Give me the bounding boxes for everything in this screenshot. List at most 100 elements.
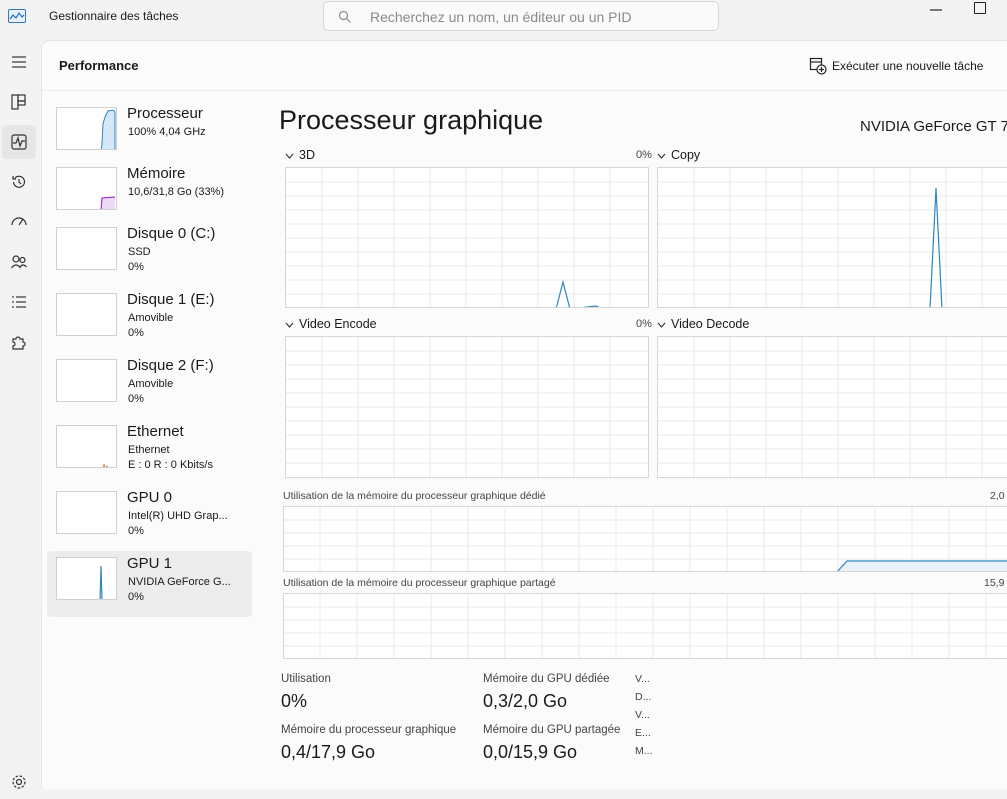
device-item-disk-0[interactable]: Disque 0 (C:) SSD 0% <box>47 221 252 287</box>
nav-processes-button[interactable] <box>2 85 36 119</box>
ethernet-mini-graph <box>102 463 108 467</box>
nav-settings-button[interactable] <box>2 765 36 799</box>
gpu1-mini-graph <box>99 565 103 599</box>
device-detail: NVIDIA GeForce G... 0% <box>128 576 231 603</box>
device-name: GPU 1 <box>127 555 173 572</box>
shared-memory-max: 15,9 <box>984 577 1005 589</box>
gpu-model-name: NVIDIA GeForce GT 7 <box>860 118 1007 135</box>
graph-video-encode <box>285 336 649 478</box>
cpu-mini-graph <box>100 109 116 149</box>
engine-selector-3d[interactable]: 3D <box>285 148 315 162</box>
services-puzzle-icon <box>12 336 26 350</box>
truncated-label: E... <box>635 727 651 739</box>
minimize-icon[interactable] <box>928 2 944 18</box>
search-placeholder: Recherchez un nom, un éditeur ou un PID <box>370 9 632 25</box>
device-thumbnail <box>56 491 117 534</box>
stat-gpu-memory-label: Mémoire du processeur graphique <box>281 724 457 736</box>
chevron-down-icon <box>657 153 666 159</box>
title-bar: Gestionnaire des tâches Recherchez un no… <box>0 0 1007 36</box>
device-thumbnail <box>56 359 117 402</box>
device-name: Disque 0 (C:) <box>127 225 216 242</box>
users-icon <box>11 255 27 269</box>
device-item-gpu-0[interactable]: GPU 0 Intel(R) UHD Grap... 0% <box>47 485 252 551</box>
device-item-ethernet[interactable]: Ethernet Ethernet E : 0 R : 0 Kbits/s <box>47 419 252 485</box>
graph-dedicated-memory <box>283 506 1007 572</box>
chevron-down-icon <box>657 322 666 328</box>
device-name: GPU 0 <box>127 489 173 506</box>
new-task-icon <box>809 57 827 75</box>
page-title: Performance <box>59 58 139 73</box>
graph-video-encode-plot <box>286 337 648 477</box>
hamburger-menu-button[interactable] <box>2 45 36 79</box>
truncated-label: V... <box>635 709 650 721</box>
graph-shared-memory-plot <box>284 594 1007 658</box>
main-panel: Performance Exécuter une nouvelle tâche … <box>41 40 1007 789</box>
device-item-gpu-1[interactable]: GPU 1 NVIDIA GeForce G... 0% <box>47 551 252 617</box>
maximize-icon[interactable] <box>974 2 986 14</box>
device-thumbnail <box>56 293 117 336</box>
device-list: Processeur 100% 4,04 GHz Mémoire 10,6/31… <box>47 101 252 617</box>
device-thumbnail <box>56 167 117 210</box>
truncated-label: M... <box>635 745 653 757</box>
app-title: Gestionnaire des tâches <box>49 9 179 23</box>
memory-mini-graph <box>100 196 116 209</box>
stat-shared-memory-value: 0,0/15,9 Go <box>483 742 578 762</box>
nav-users-button[interactable] <box>2 245 36 279</box>
graph-3d-plot <box>286 168 648 307</box>
device-name: Disque 1 (E:) <box>127 291 215 308</box>
startup-gauge-icon <box>11 217 27 226</box>
engine-percent: 0% <box>636 318 652 330</box>
device-item-processor[interactable]: Processeur 100% 4,04 GHz <box>47 101 252 167</box>
chevron-down-icon <box>285 153 294 159</box>
device-item-memory[interactable]: Mémoire 10,6/31,8 Go (33%) <box>47 161 252 227</box>
engine-percent: 0% <box>636 149 652 161</box>
stat-utilisation-label: Utilisation <box>281 673 331 685</box>
truncated-label: V... <box>635 673 650 685</box>
nav-details-button[interactable] <box>2 285 36 319</box>
nav-performance-button[interactable] <box>2 125 36 159</box>
dedicated-memory-max: 2,0 <box>990 490 1005 502</box>
device-thumbnail <box>56 227 117 270</box>
processes-icon <box>11 94 26 110</box>
shared-memory-label: Utilisation de la mémoire du processeur … <box>283 577 556 589</box>
stat-utilisation-value: 0% <box>281 691 308 711</box>
page-header: Performance Exécuter une nouvelle tâche <box>42 41 1007 91</box>
history-icon <box>12 175 26 188</box>
device-detail: Amovible 0% <box>128 378 174 405</box>
details-list-icon <box>12 296 26 308</box>
stat-dedicated-memory-label: Mémoire du GPU dédiée <box>483 673 610 685</box>
device-thumbnail <box>56 557 117 600</box>
detail-title: Processeur graphique <box>279 105 544 135</box>
nav-startup-apps-button[interactable] <box>2 205 36 239</box>
chevron-down-icon <box>285 322 294 328</box>
device-thumbnail <box>56 425 117 468</box>
search-icon <box>338 10 351 23</box>
device-detail: Intel(R) UHD Grap... 0% <box>128 510 228 537</box>
search-box[interactable]: Recherchez un nom, un éditeur ou un PID <box>323 1 719 31</box>
device-name: Processeur <box>127 105 203 122</box>
stat-gpu-memory-value: 0,4/17,9 Go <box>281 742 376 762</box>
graph-copy <box>657 167 1007 308</box>
device-name: Ethernet <box>127 423 184 440</box>
device-name: Mémoire <box>127 165 186 182</box>
nav-services-button[interactable] <box>2 325 36 359</box>
performance-icon <box>11 134 27 150</box>
graph-shared-memory <box>283 593 1007 659</box>
left-navigation <box>0 40 41 789</box>
truncated-label: D... <box>635 691 652 703</box>
engine-selector-video-encode[interactable]: Video Encode <box>285 317 377 331</box>
stat-shared-memory-label: Mémoire du GPU partagée <box>483 724 621 736</box>
device-item-disk-1[interactable]: Disque 1 (E:) Amovible 0% <box>47 287 252 353</box>
device-detail: 10,6/31,8 Go (33%) <box>128 186 225 198</box>
engine-selector-copy[interactable]: Copy <box>657 148 700 162</box>
stat-dedicated-memory-value: 0,3/2,0 Go <box>483 691 568 711</box>
device-detail: Ethernet E : 0 R : 0 Kbits/s <box>128 444 213 471</box>
hamburger-icon <box>12 56 26 68</box>
device-thumbnail <box>56 107 117 150</box>
nav-app-history-button[interactable] <box>2 165 36 199</box>
device-item-disk-2[interactable]: Disque 2 (F:) Amovible 0% <box>47 353 252 419</box>
graph-video-decode-plot <box>658 337 1007 477</box>
engine-selector-video-decode[interactable]: Video Decode <box>657 317 749 331</box>
graph-dedicated-memory-plot <box>284 507 1007 571</box>
graph-3d <box>285 167 649 308</box>
